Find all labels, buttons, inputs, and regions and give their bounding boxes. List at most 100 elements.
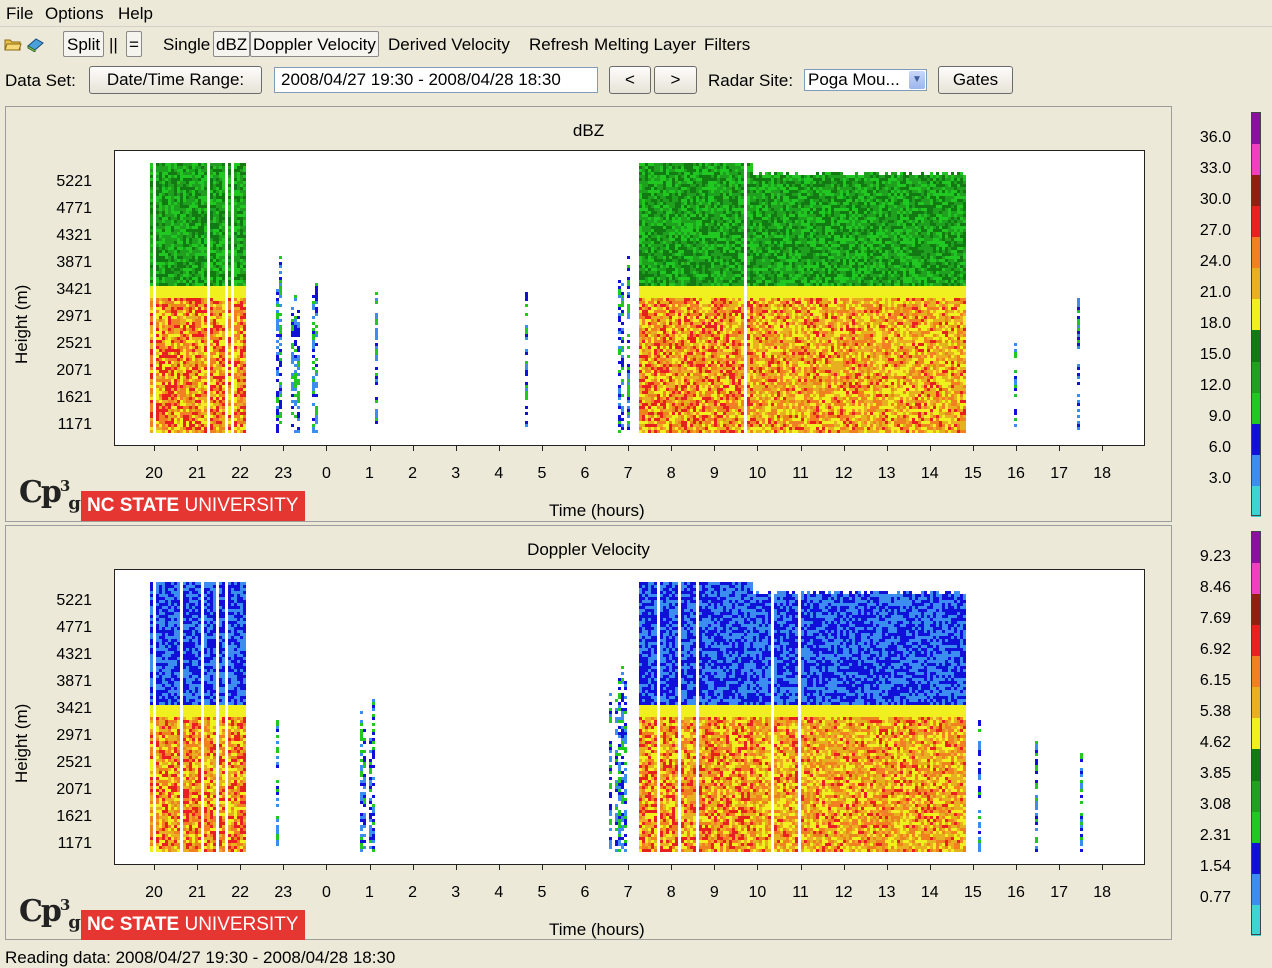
heatmap-cell bbox=[669, 376, 672, 379]
heatmap-cell bbox=[699, 190, 702, 193]
heatmap-cell bbox=[666, 184, 669, 187]
heatmap-cell bbox=[189, 274, 192, 277]
heatmap-cell bbox=[159, 250, 162, 253]
dbz-plot-area[interactable] bbox=[114, 150, 1145, 446]
heatmap-cell bbox=[684, 238, 687, 241]
menu-help[interactable]: Help bbox=[118, 4, 153, 24]
heatmap-cell bbox=[627, 364, 630, 367]
datetime-range-button[interactable]: Date/Time Range: bbox=[89, 66, 262, 94]
heatmap-cell bbox=[222, 229, 225, 232]
heatmap-cell bbox=[675, 382, 678, 385]
heatmap-cell bbox=[681, 406, 684, 409]
heatmap-cell bbox=[192, 430, 195, 433]
heatmap-cell bbox=[684, 268, 687, 271]
heatmap-cell bbox=[243, 430, 246, 433]
heatmap-cell bbox=[678, 415, 681, 418]
heatmap-cell bbox=[192, 355, 195, 358]
heatmap-cell bbox=[666, 277, 669, 280]
heatmap-cell bbox=[195, 316, 198, 319]
heatmap-cell bbox=[675, 373, 678, 376]
doppler-velocity-button[interactable]: Doppler Velocity bbox=[250, 31, 379, 57]
heatmap-cell bbox=[213, 385, 216, 388]
heatmap-cell bbox=[213, 376, 216, 379]
heatmap-cell bbox=[237, 418, 240, 421]
heatmap-cell bbox=[687, 331, 690, 334]
heatmap-cell bbox=[210, 349, 213, 352]
next-button[interactable]: > bbox=[654, 66, 697, 94]
heatmap-cell bbox=[684, 337, 687, 340]
heatmap-cell bbox=[177, 379, 180, 382]
heatmap-cell bbox=[669, 211, 672, 214]
heatmap-cell bbox=[234, 427, 237, 430]
horizontal-split-button[interactable]: = bbox=[126, 31, 142, 57]
refresh-button[interactable]: Refresh bbox=[529, 35, 589, 55]
heatmap-cell bbox=[675, 295, 678, 298]
heatmap-cell bbox=[192, 403, 195, 406]
heatmap-cell bbox=[210, 415, 213, 418]
heatmap-cell bbox=[228, 325, 231, 328]
heatmap-cell bbox=[165, 274, 168, 277]
heatmap-cell bbox=[171, 241, 174, 244]
heatmap-cell bbox=[171, 304, 174, 307]
heatmap-cell bbox=[669, 172, 672, 175]
heatmap-cell bbox=[165, 334, 168, 337]
heatmap-cell bbox=[162, 190, 165, 193]
derived-velocity-button[interactable]: Derived Velocity bbox=[388, 35, 510, 55]
gates-button[interactable]: Gates bbox=[938, 66, 1013, 94]
heatmap-cell bbox=[183, 298, 186, 301]
heatmap-cell bbox=[663, 325, 666, 328]
menu-file[interactable]: File bbox=[6, 4, 33, 24]
heatmap-cell bbox=[684, 208, 687, 211]
radar-site-select[interactable]: Poga Mou... ▼ bbox=[804, 69, 927, 91]
filters-button[interactable]: Filters bbox=[704, 35, 750, 55]
heatmap-cell bbox=[237, 280, 240, 283]
vertical-split-button[interactable]: || bbox=[109, 35, 118, 55]
menu-options[interactable]: Options bbox=[45, 4, 104, 24]
heatmap-cell bbox=[240, 352, 243, 355]
heatmap-cell bbox=[162, 244, 165, 247]
heatmap-cell bbox=[702, 280, 705, 283]
heatmap-cell bbox=[654, 358, 657, 361]
single-button[interactable]: Single bbox=[163, 35, 210, 55]
heatmap-cell bbox=[315, 283, 318, 286]
heatmap-cell bbox=[183, 418, 186, 421]
heatmap-cell bbox=[234, 265, 237, 268]
heatmap-cell bbox=[672, 385, 675, 388]
heatmap-cell bbox=[222, 412, 225, 415]
heatmap-cell bbox=[210, 361, 213, 364]
melting-layer-button[interactable]: Melting Layer bbox=[594, 35, 696, 55]
heatmap-cell bbox=[687, 379, 690, 382]
heatmap-cell bbox=[657, 265, 660, 268]
heatmap-cell bbox=[702, 325, 705, 328]
split-button[interactable]: Split bbox=[63, 31, 105, 57]
heatmap-cell bbox=[159, 292, 162, 295]
heatmap-cell bbox=[180, 268, 183, 271]
heatmap-cell bbox=[681, 238, 684, 241]
heatmap-cell bbox=[165, 379, 168, 382]
heatmap-cell bbox=[618, 349, 621, 352]
heatmap-cell bbox=[699, 316, 702, 319]
heatmap-cell bbox=[243, 259, 246, 262]
chevron-down-icon[interactable]: ▼ bbox=[909, 71, 925, 89]
heatmap-cell bbox=[222, 175, 225, 178]
open-folder-icon[interactable] bbox=[4, 36, 22, 52]
datetime-range-field[interactable]: 2008/04/27 19:30 - 2008/04/28 18:30 bbox=[274, 67, 598, 93]
heatmap-cell bbox=[666, 259, 669, 262]
dbz-button[interactable]: dBZ bbox=[213, 31, 251, 57]
heatmap-cell bbox=[156, 418, 159, 421]
heatmap-cell bbox=[669, 412, 672, 415]
heatmap-cell bbox=[213, 184, 216, 187]
heatmap-cell bbox=[192, 334, 195, 337]
heatmap-cell bbox=[156, 373, 159, 376]
heatmap-cell bbox=[222, 331, 225, 334]
book-icon[interactable] bbox=[26, 36, 44, 53]
heatmap-cell bbox=[639, 280, 642, 283]
heatmap-cell bbox=[195, 424, 198, 427]
heatmap-cell bbox=[651, 184, 654, 187]
heatmap-cell bbox=[192, 184, 195, 187]
heatmap-cell bbox=[648, 400, 651, 403]
heatmap-cell bbox=[222, 403, 225, 406]
heatmap-cell bbox=[243, 295, 246, 298]
heatmap-cell bbox=[183, 358, 186, 361]
previous-button[interactable]: < bbox=[609, 66, 651, 94]
